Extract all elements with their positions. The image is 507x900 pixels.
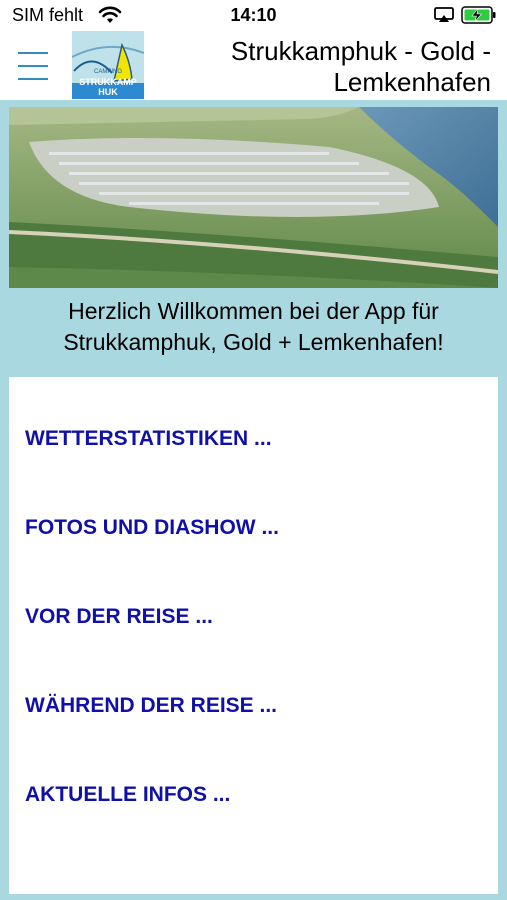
airplay-icon [434,7,454,22]
hamburger-line [18,65,48,67]
hamburger-menu-button[interactable] [18,48,50,84]
logo-text: STRUKKAMP HUK [79,77,137,97]
logo-small-text: CAMPING [94,69,122,75]
hamburger-line [18,78,48,80]
menu-item-wetterstatistiken[interactable]: WETTERSTATISTIKEN ... [25,427,485,451]
welcome-text: Herzlich Willkommen bei der App für Stru… [63,298,444,355]
menu-item-aktuelle-infos[interactable]: AKTUELLE INFOS ... [25,783,485,807]
aerial-photo [9,107,498,288]
menu-item-vor-der-reise[interactable]: VOR DER REISE ... [25,605,485,629]
main-menu: WETTERSTATISTIKEN ... FOTOS UND DIASHOW … [9,377,498,894]
battery-charging-icon [461,6,496,24]
menu-item-waehrend-der-reise[interactable]: WÄHREND DER REISE ... [25,694,485,718]
status-bar: SIM fehlt 14:10 [0,0,507,30]
menu-item-fotos-und-diashow[interactable]: FOTOS UND DIASHOW ... [25,516,485,540]
aerial-photo-image [9,107,498,288]
hamburger-line [18,52,48,54]
campground-logo: CAMPING STRUKKAMP HUK [72,31,144,99]
page-title: Strukkamphuk - Gold - Lemkenhafen [230,36,491,97]
clock: 14:10 [230,5,277,25]
app-header: CAMPING STRUKKAMP HUK Strukkamphuk - Gol… [0,30,507,100]
